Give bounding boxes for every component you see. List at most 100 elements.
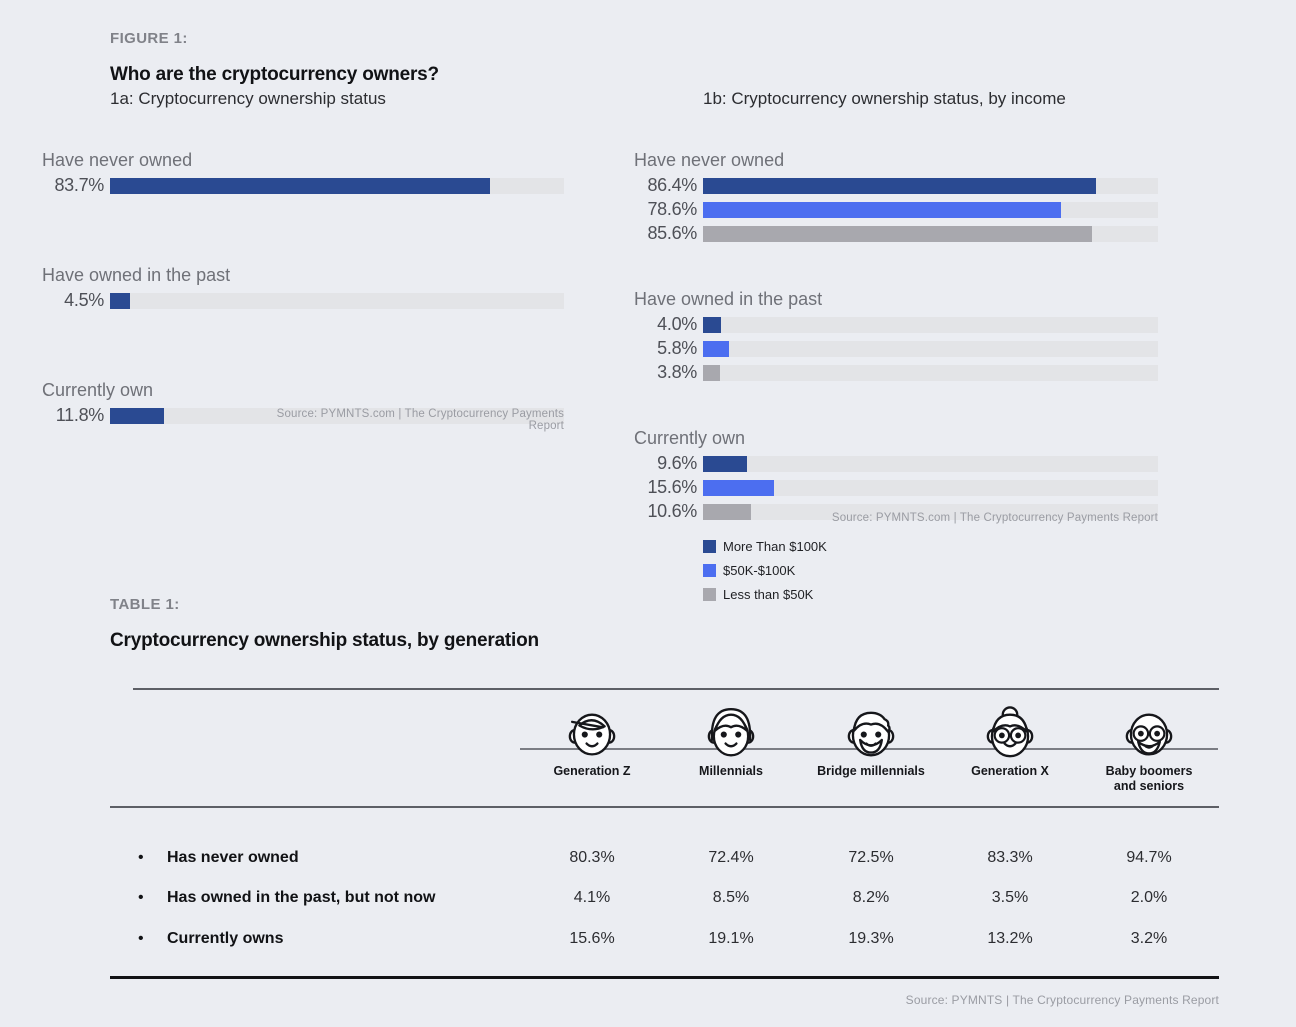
bar-row: 78.6% — [634, 199, 1158, 220]
legend-swatch-icon — [703, 588, 716, 601]
bar-value-label: 5.8% — [634, 338, 703, 359]
bar-fill — [703, 226, 1092, 242]
bar-fill — [110, 178, 490, 194]
bar-track — [703, 202, 1158, 218]
legend-item-more-than-100k[interactable]: More Than $100K — [703, 534, 827, 558]
table-cell: 8.2% — [821, 889, 921, 907]
bar-value-label: 4.0% — [634, 314, 703, 335]
bar-group-label: Currently own — [42, 380, 564, 401]
bar-row: 5.8% — [634, 338, 1158, 359]
bar-fill — [703, 365, 720, 381]
legend-item-label: Less than $50K — [723, 587, 813, 602]
table-column-3: Bridge millennials — [801, 702, 941, 779]
table-header-rule — [110, 806, 1219, 808]
bar-track — [703, 178, 1158, 194]
millennials-avatar-icon — [700, 702, 762, 758]
bar-row: 9.6% — [634, 453, 1158, 474]
bar-group-label: Have never owned — [42, 150, 564, 171]
figure-title: Who are the cryptocurrency owners? — [110, 64, 439, 86]
bar-track — [110, 178, 564, 194]
chart-1b: Have never owned 86.4% 78.6% 85.6% Have owne… — [634, 150, 1158, 567]
bar-group-label: Have owned in the past — [42, 265, 564, 286]
bar-track — [703, 456, 1158, 472]
table-row-bullet: • — [138, 889, 144, 907]
bar-value-label: 15.6% — [634, 477, 703, 498]
chart-1a-subtitle: 1a: Cryptocurrency ownership status — [110, 89, 386, 109]
bar-row: 3.8% — [634, 362, 1158, 383]
table-column-label: Bridge millennials — [801, 764, 941, 779]
bar-group-2: Have owned in the past 4.0% 5.8% 3.8% — [634, 289, 1158, 383]
legend-item-label: $50K-$100K — [723, 563, 795, 578]
table-column-label: Millennials — [661, 764, 801, 779]
bar-value-label: 11.8% — [42, 405, 110, 426]
bar-row: 85.6% — [634, 223, 1158, 244]
legend-swatch-icon — [703, 564, 716, 577]
table-cell: 8.5% — [681, 889, 781, 907]
table-cell: 13.2% — [960, 930, 1060, 948]
bar-value-label: 78.6% — [634, 199, 703, 220]
bar-row: 83.7% — [42, 175, 564, 196]
bar-value-label: 9.6% — [634, 453, 703, 474]
bar-track — [703, 317, 1158, 333]
table-column-4: Generation X — [940, 702, 1080, 779]
bar-row: 86.4% — [634, 175, 1158, 196]
table-row-label: Has never owned — [167, 849, 299, 867]
table-row-bullet: • — [138, 849, 144, 867]
bar-row: 15.6% — [634, 477, 1158, 498]
table-cell: 19.3% — [821, 930, 921, 948]
bar-track — [703, 365, 1158, 381]
table-row-label: Has owned in the past, but not now — [167, 889, 435, 907]
generation-x-avatar-icon — [979, 702, 1041, 758]
bar-value-label: 86.4% — [634, 175, 703, 196]
bar-group-1: Have never owned 83.7% — [42, 150, 564, 196]
table-column-2: Millennials — [661, 702, 801, 779]
bar-group-label: Have never owned — [634, 150, 1158, 171]
table-cell: 80.3% — [542, 849, 642, 867]
bar-fill — [110, 293, 130, 309]
bar-value-label: 83.7% — [42, 175, 110, 196]
generation-z-avatar-icon — [561, 702, 623, 758]
table-cell: 94.7% — [1099, 849, 1199, 867]
bar-group-1: Have never owned 86.4% 78.6% 85.6% — [634, 150, 1158, 244]
table-cell: 19.1% — [681, 930, 781, 948]
table-row-bullet: • — [138, 930, 144, 948]
legend-item-50k-100k[interactable]: $50K-$100K — [703, 558, 827, 582]
table-top-rule — [133, 688, 1219, 690]
table-title: Cryptocurrency ownership status, by gene… — [110, 630, 539, 652]
bar-track — [703, 226, 1158, 242]
bar-track — [703, 341, 1158, 357]
table-cell: 3.5% — [960, 889, 1060, 907]
bar-fill — [703, 341, 729, 357]
bar-value-label: 4.5% — [42, 290, 110, 311]
table-cell: 3.2% — [1099, 930, 1199, 948]
table-column-label: Baby boomers and seniors — [1079, 764, 1219, 794]
bar-fill — [703, 178, 1096, 194]
figure-label: FIGURE 1: — [110, 30, 188, 47]
table-cell: 72.4% — [681, 849, 781, 867]
bar-value-label: 85.6% — [634, 223, 703, 244]
table-column-1: Generation Z — [522, 702, 662, 779]
legend-swatch-icon — [703, 540, 716, 553]
table-cell: 72.5% — [821, 849, 921, 867]
bar-fill — [110, 408, 164, 424]
legend-item-label: More Than $100K — [723, 539, 827, 554]
bar-fill — [703, 504, 751, 520]
chart-1b-source: Source: PYMNTS.com | The Cryptocurrency … — [790, 512, 1158, 524]
bridge-millennials-avatar-icon — [840, 702, 902, 758]
bar-fill — [703, 456, 747, 472]
bar-row: 4.5% — [42, 290, 564, 311]
chart-1a-source: Source: PYMNTS.com | The Cryptocurrency … — [240, 408, 564, 432]
table-bottom-rule — [110, 976, 1219, 979]
legend-item-less-than-50k[interactable]: Less than $50K — [703, 582, 827, 606]
bar-value-label: 3.8% — [634, 362, 703, 383]
bar-track — [703, 480, 1158, 496]
table-cell: 15.6% — [542, 930, 642, 948]
table-column-label: Generation Z — [522, 764, 662, 779]
table-cell: 4.1% — [542, 889, 642, 907]
bar-track — [110, 293, 564, 309]
table-row-label: Currently owns — [167, 930, 283, 948]
table-cell: 83.3% — [960, 849, 1060, 867]
bar-group-label: Have owned in the past — [634, 289, 1158, 310]
bar-fill — [703, 480, 774, 496]
bar-group-3: Currently own9.6%15.6%10.6% — [634, 428, 1158, 522]
